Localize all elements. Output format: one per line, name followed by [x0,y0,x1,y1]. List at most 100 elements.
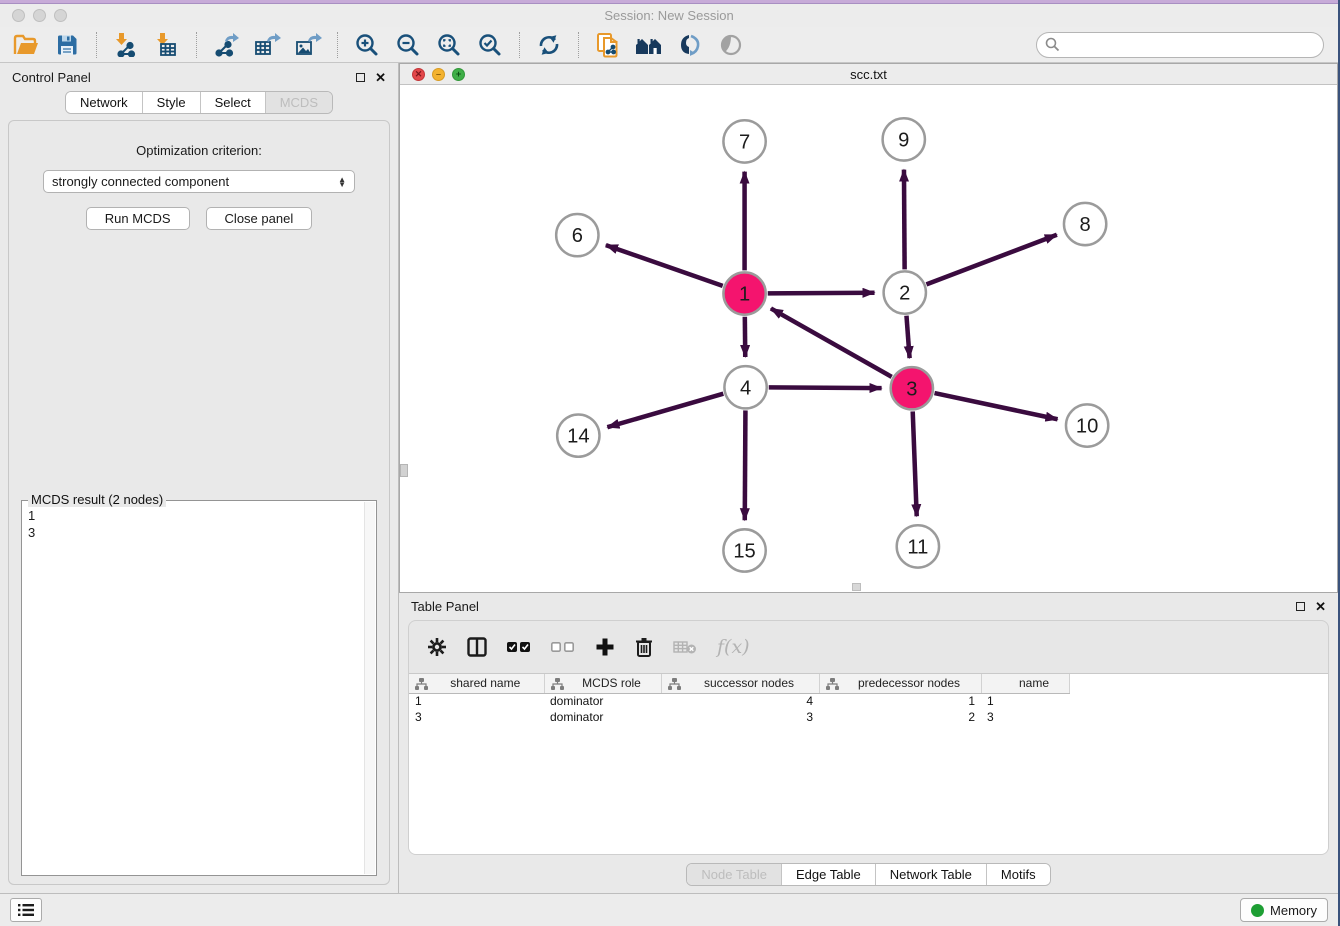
zoom-selected-icon[interactable] [474,30,506,60]
import-table-icon[interactable] [151,30,183,60]
cell-name[interactable]: 3 [981,709,1069,725]
tab-network[interactable]: Network [66,92,143,113]
tab-edge-table[interactable]: Edge Table [782,864,876,885]
cell-MCDS-role[interactable]: dominator [544,693,661,709]
import-network-icon[interactable] [110,30,142,60]
open-session-icon[interactable] [10,30,42,60]
edge-3-10[interactable] [934,393,1057,419]
graph-node-1[interactable]: 1 [723,273,765,315]
column-header-predecessor-nodes[interactable]: predecessor nodes [819,674,981,693]
export-table-icon[interactable] [251,30,283,60]
column-header-MCDS-role[interactable]: MCDS role [544,674,661,693]
task-history-button[interactable] [10,898,42,922]
result-scrollbar[interactable] [364,502,375,874]
edge-2-3[interactable] [906,316,909,358]
column-header-successor-nodes[interactable]: successor nodes [661,674,819,693]
table-row[interactable]: 3dominator323 [409,709,1096,725]
table-row[interactable]: 1dominator411 [409,693,1096,709]
cell-predecessor-nodes[interactable]: 1 [819,693,981,709]
splitter-grip[interactable] [400,464,408,477]
search-input[interactable] [1060,37,1315,52]
edge-4-15[interactable] [745,411,746,521]
table-panel: Table Panel ✕ [399,593,1338,893]
cell-shared-name[interactable]: 3 [409,709,544,725]
graph-node-3[interactable]: 3 [891,367,933,409]
delete-columns-icon[interactable] [635,637,653,658]
cell-successor-nodes[interactable]: 4 [661,693,819,709]
edge-2-8[interactable] [926,235,1056,285]
export-network-icon[interactable] [210,30,242,60]
table-tabs: Node TableEdge TableNetwork TableMotifs [399,855,1338,893]
edge-3-11[interactable] [913,412,917,517]
float-panel-icon[interactable] [356,73,365,82]
column-header-shared-name[interactable]: shared name [409,674,544,693]
application-window: Session: New Session [0,0,1340,926]
splitter-grip[interactable] [852,583,861,591]
tab-mcds[interactable]: MCDS [266,92,332,113]
toolbar-separator [519,32,520,58]
close-panel-button[interactable]: Close panel [206,207,313,230]
graph-node-8[interactable]: 8 [1064,203,1106,245]
cell-MCDS-role[interactable]: dominator [544,709,661,725]
apply-layout-icon[interactable] [533,30,565,60]
edge-1-6[interactable] [606,245,723,286]
column-header-name[interactable]: name [981,674,1069,693]
memory-button[interactable]: Memory [1240,898,1328,922]
network-canvas[interactable]: 7 9 6 8 1 2 4 3 14 10 15 11 [400,85,1337,592]
select-all-columns-icon[interactable] [507,641,531,653]
delete-table-icon[interactable] [673,639,697,655]
export-image-icon[interactable] [292,30,324,60]
deselect-all-columns-icon[interactable] [551,641,575,653]
node-table[interactable]: shared nameMCDS rolesuccessor nodesprede… [409,673,1328,854]
cell-successor-nodes[interactable]: 3 [661,709,819,725]
graph-node-2[interactable]: 2 [884,272,926,314]
edge-2-9[interactable] [904,170,905,270]
close-panel-icon[interactable]: ✕ [375,71,386,84]
close-table-panel-icon[interactable]: ✕ [1315,600,1326,613]
run-mcds-button[interactable]: Run MCDS [86,207,190,230]
clone-network-icon[interactable] [592,30,624,60]
split-panel-icon[interactable] [467,637,487,657]
zoom-in-icon[interactable] [351,30,383,60]
optimization-criterion-select[interactable]: strongly connected component ▲▼ [43,170,355,193]
graph-node-7[interactable]: 7 [723,120,765,162]
svg-text:1: 1 [739,284,750,306]
show-all-networks-icon[interactable] [633,30,665,60]
graph-node-15[interactable]: 15 [723,530,765,572]
mcds-result-box: MCDS result (2 nodes) 13 [21,500,377,876]
graph-node-9[interactable]: 9 [883,118,925,160]
cell-predecessor-nodes[interactable]: 2 [819,709,981,725]
search-box[interactable] [1036,32,1324,58]
function-builder-icon[interactable]: f(x) [717,636,750,658]
tab-network-table[interactable]: Network Table [876,864,987,885]
cell-name[interactable]: 1 [981,693,1069,709]
toolbar-separator [578,32,579,58]
edge-3-1[interactable] [771,309,892,377]
show-graphics-details-icon[interactable] [715,30,747,60]
save-session-icon[interactable] [51,30,83,60]
table-settings-icon[interactable] [427,637,447,657]
float-table-panel-icon[interactable] [1296,602,1305,611]
edge-4-3[interactable] [769,388,882,389]
control-panel: Control Panel ✕ NetworkStyleSelectMCDS O… [0,63,399,893]
graph-node-14[interactable]: 14 [557,415,599,457]
edge-1-2[interactable] [768,293,875,294]
zoom-out-icon[interactable] [392,30,424,60]
apply-style-icon[interactable] [674,30,706,60]
graph-svg: 7 9 6 8 1 2 4 3 14 10 15 11 [400,85,1337,592]
edge-4-14[interactable] [607,394,723,428]
toolbar-separator [196,32,197,58]
graph-node-10[interactable]: 10 [1066,405,1108,447]
graph-node-4[interactable]: 4 [724,366,766,408]
graph-node-6[interactable]: 6 [556,214,598,256]
graph-node-11[interactable]: 11 [897,526,939,568]
toolbar-separator [96,32,97,58]
tab-style[interactable]: Style [143,92,201,113]
zoom-fit-icon[interactable] [433,30,465,60]
tab-motifs[interactable]: Motifs [987,864,1050,885]
window-title: Session: New Session [0,8,1338,23]
add-column-icon[interactable] [595,637,615,657]
cell-shared-name[interactable]: 1 [409,693,544,709]
tab-select[interactable]: Select [201,92,266,113]
tab-node-table[interactable]: Node Table [687,864,782,885]
